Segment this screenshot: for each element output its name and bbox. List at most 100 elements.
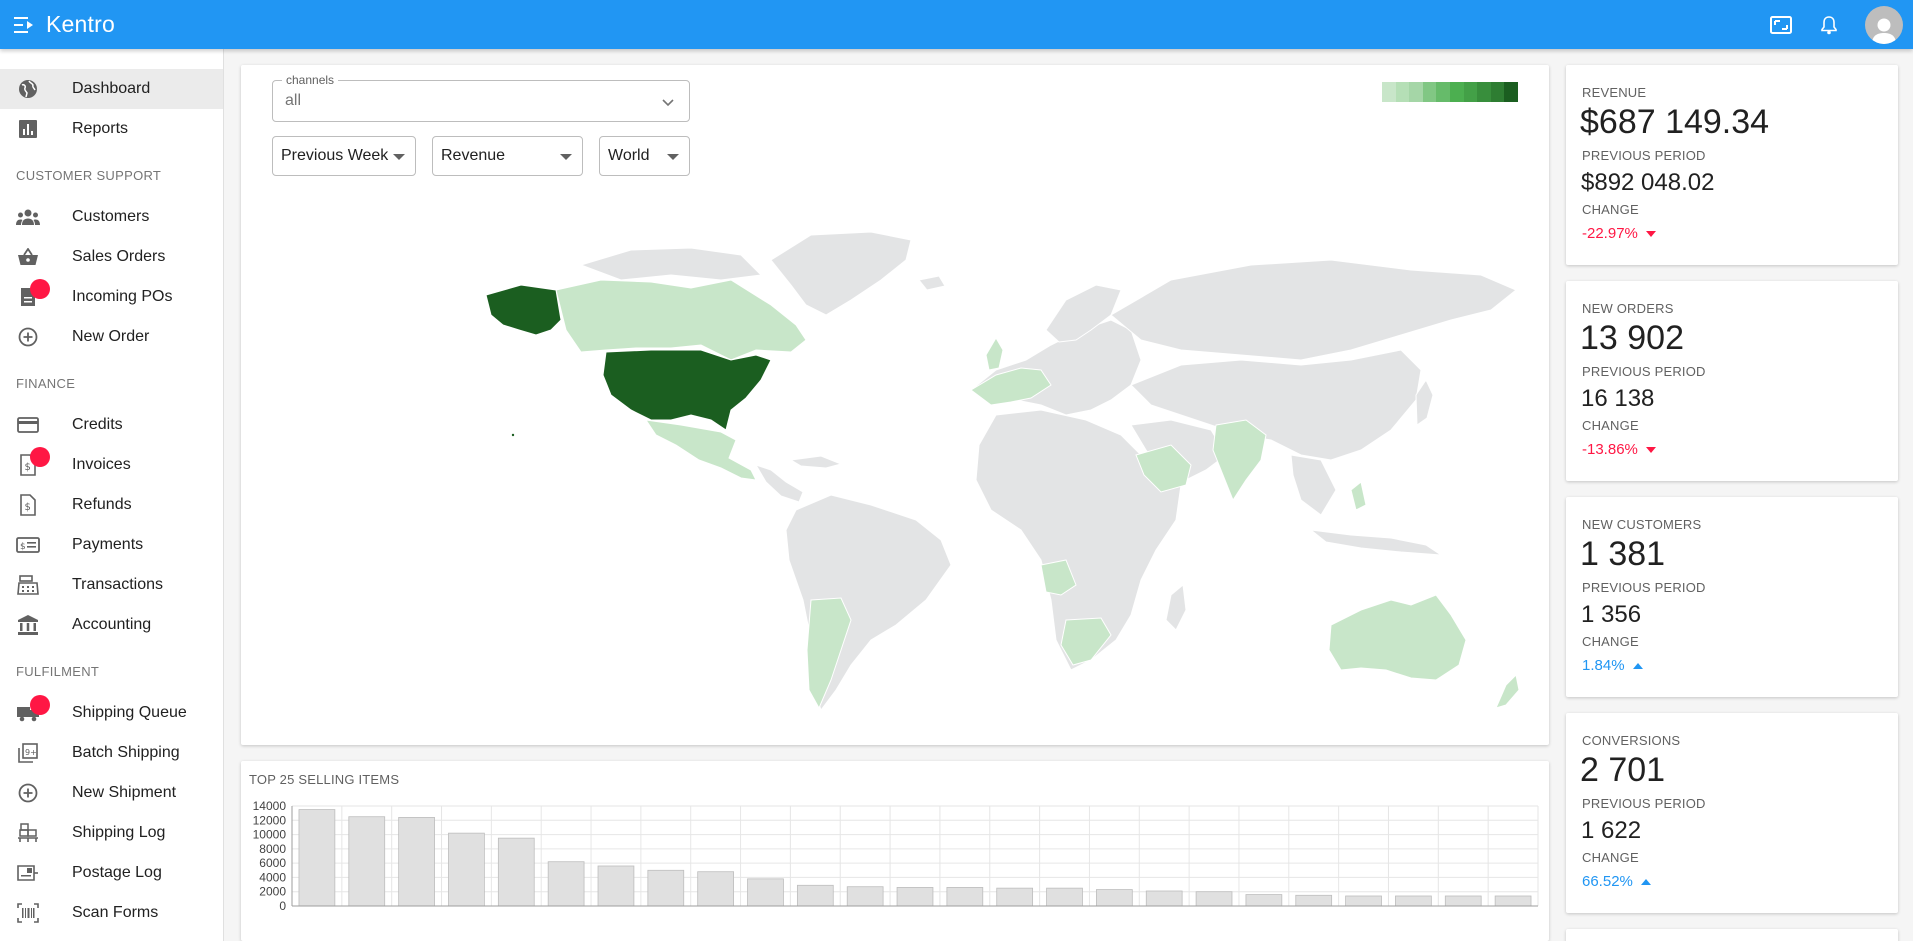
bar bbox=[1444, 895, 1482, 907]
region-value: World bbox=[608, 147, 650, 164]
sidebar-item-invoices[interactable]: $ Invoices bbox=[0, 445, 223, 485]
sidebar-item-dashboard[interactable]: Dashboard bbox=[0, 69, 223, 109]
sidebar-item-accounting[interactable]: Accounting bbox=[0, 605, 223, 645]
stat-title: NEW ORDERS bbox=[1582, 301, 1674, 316]
map-region-madagascar bbox=[1165, 584, 1187, 631]
sidebar-item-postage-log[interactable]: Postage Log bbox=[0, 853, 223, 893]
map-region-central-america bbox=[754, 464, 804, 503]
arrow-up-icon bbox=[1640, 878, 1651, 885]
legend-swatch bbox=[1490, 82, 1505, 102]
map-region-india bbox=[1212, 419, 1267, 502]
sidebar-item-shipping-queue[interactable]: Shipping Queue bbox=[0, 693, 223, 733]
top-items-title: TOP 25 SELLING ITEMS bbox=[249, 772, 400, 787]
payments-icon: $ bbox=[16, 533, 40, 557]
map-region-greenland bbox=[770, 231, 912, 316]
stat-prev-label: PREVIOUS PERIOD bbox=[1582, 364, 1706, 379]
legend-swatch bbox=[1436, 82, 1450, 102]
arrow-up-icon bbox=[1632, 662, 1643, 669]
legend-swatch bbox=[1463, 82, 1478, 102]
period-select[interactable]: Previous Week bbox=[272, 136, 416, 176]
notification-badge bbox=[30, 279, 50, 299]
map-region-caribbean bbox=[789, 455, 843, 469]
barcode-icon bbox=[16, 901, 40, 925]
channels-value: all bbox=[285, 92, 302, 109]
stat-change-label: CHANGE bbox=[1582, 202, 1639, 217]
notifications-icon[interactable] bbox=[1817, 13, 1841, 37]
region-select[interactable]: World bbox=[599, 136, 690, 176]
period-value: Previous Week bbox=[281, 147, 389, 164]
globe-icon bbox=[16, 77, 40, 101]
sidebar-item-scan-forms[interactable]: Scan Forms bbox=[0, 893, 223, 933]
stat-value: 2 701 bbox=[1580, 751, 1666, 789]
stat-title: CONVERSIONS bbox=[1582, 733, 1681, 748]
fullscreen-icon[interactable] bbox=[1769, 13, 1793, 37]
sidebar-item-label: Sales Orders bbox=[72, 248, 166, 265]
credit-card-icon bbox=[16, 413, 40, 437]
sidebar-item-credits[interactable]: Credits bbox=[0, 405, 223, 445]
bar bbox=[1395, 895, 1432, 907]
bar bbox=[1245, 894, 1283, 907]
stat-title: REVENUE bbox=[1582, 85, 1647, 100]
sidebar-item-customers[interactable]: Customers bbox=[0, 197, 223, 237]
sidebar-item-transactions[interactable]: Transactions bbox=[0, 565, 223, 605]
sidebar-item-new-order[interactable]: New Order bbox=[0, 317, 223, 357]
stat-card-new-customers: NEW CUSTOMERS 1 381 PREVIOUS PERIOD 1 35… bbox=[1566, 497, 1898, 697]
notification-badge bbox=[30, 695, 50, 715]
sidebar-item-label: Postage Log bbox=[72, 864, 162, 881]
user-avatar[interactable] bbox=[1865, 5, 1903, 44]
sidebar-item-refunds[interactable]: $ Refunds bbox=[0, 485, 223, 525]
sidebar-item-label: Payments bbox=[72, 536, 144, 553]
app-title: Kentro bbox=[46, 11, 115, 37]
bar bbox=[597, 865, 635, 907]
y-tick-label: 6000 bbox=[259, 856, 286, 870]
stat-prev-value: 1 356 bbox=[1581, 601, 1642, 628]
stat-card-new-orders: NEW ORDERS 13 902 PREVIOUS PERIOD 16 138… bbox=[1566, 281, 1898, 481]
sidebar-item-payments[interactable]: $ Payments bbox=[0, 525, 223, 565]
legend-swatch bbox=[1382, 82, 1396, 102]
stat-change-label: CHANGE bbox=[1582, 850, 1639, 865]
channels-select[interactable]: channels all bbox=[272, 73, 690, 122]
map-region-alaska bbox=[485, 284, 562, 336]
dropdown-caret-icon bbox=[393, 154, 405, 160]
map-region-arctic-islands bbox=[579, 247, 763, 281]
metric-value: Revenue bbox=[441, 147, 506, 164]
legend-swatch bbox=[1477, 82, 1491, 102]
arrow-down-icon bbox=[1645, 230, 1656, 237]
bar bbox=[846, 886, 884, 907]
sidebar-item-reports[interactable]: Reports bbox=[0, 109, 223, 149]
legend-swatch bbox=[1449, 82, 1464, 102]
metric-select[interactable]: Revenue bbox=[432, 136, 583, 176]
bar bbox=[348, 816, 386, 907]
map-region-iceland bbox=[918, 275, 946, 291]
basket-icon bbox=[16, 245, 40, 269]
sidebar-item-shipping-log[interactable]: Shipping Log bbox=[0, 813, 223, 853]
sidebar-item-label: Customers bbox=[72, 208, 150, 225]
sidebar-item-label: New Shipment bbox=[72, 784, 177, 801]
stat-card-revenue: REVENUE $687 149.34 PREVIOUS PERIOD $892… bbox=[1566, 65, 1898, 265]
stat-prev-label: PREVIOUS PERIOD bbox=[1582, 580, 1706, 595]
postage-icon bbox=[16, 861, 40, 885]
bar bbox=[1096, 889, 1133, 907]
map-region-russia bbox=[1110, 259, 1517, 361]
sidebar-item-label: Scan Forms bbox=[72, 904, 159, 921]
sidebar-item-incoming-pos[interactable]: Incoming POs bbox=[0, 277, 223, 317]
sidebar-item-label: Accounting bbox=[72, 616, 152, 633]
sidebar-item-new-shipment[interactable]: New Shipment bbox=[0, 773, 223, 813]
bar bbox=[1145, 890, 1183, 907]
bar-chart-icon bbox=[16, 117, 40, 141]
stat-card-conversions: CONVERSIONS 2 701 PREVIOUS PERIOD 1 622 … bbox=[1566, 713, 1898, 913]
menu-open-icon[interactable] bbox=[12, 13, 36, 37]
bar bbox=[1295, 894, 1333, 907]
sidebar-item-batch-shipping[interactable]: 9+ Batch Shipping bbox=[0, 733, 223, 773]
stat-prev-label: PREVIOUS PERIOD bbox=[1582, 148, 1706, 163]
y-tick-label: 8000 bbox=[259, 842, 286, 856]
top-items-panel: TOP 25 SELLING ITEMS 0 2000 4000 6000 8000 10… bbox=[241, 761, 1549, 941]
stat-change-value: -22.97% bbox=[1582, 225, 1638, 242]
sidebar-item-label: New Order bbox=[72, 328, 150, 345]
sidebar-item-sales-orders[interactable]: Sales Orders bbox=[0, 237, 223, 277]
map-region-australia bbox=[1328, 594, 1467, 681]
sidebar-item-label: Batch Shipping bbox=[72, 744, 180, 761]
y-tick-label: 4000 bbox=[259, 870, 286, 884]
stat-prev-value: 16 138 bbox=[1581, 385, 1655, 412]
bar bbox=[547, 861, 585, 907]
